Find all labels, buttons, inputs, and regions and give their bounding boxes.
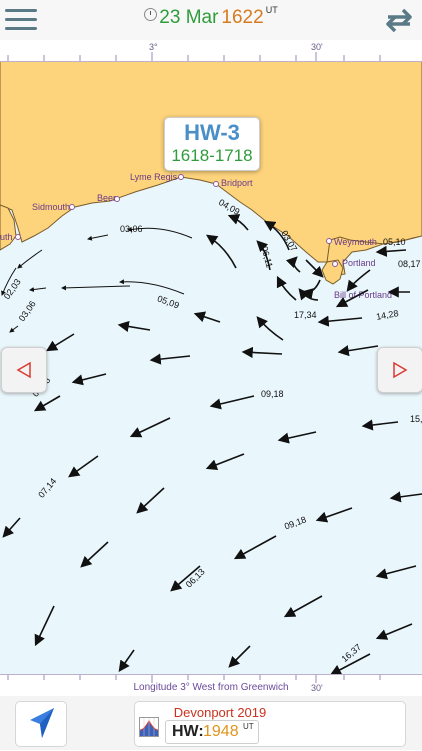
bottom-bar: Devonport 2019 HW: 1948 UT	[0, 696, 422, 750]
hw-label: HW:	[172, 723, 204, 740]
hw-offset-title: HW-3	[184, 120, 240, 145]
time-text: 1622	[221, 7, 264, 28]
tidal-stream-map[interactable]: Lyme Regis Bridport Beer Sidmouth Weymou…	[0, 40, 422, 696]
rate-label: 16,37	[339, 641, 364, 665]
clock-icon	[144, 8, 158, 21]
scale-bottom: Longitude 3° West from Greenwich 30'	[0, 674, 422, 696]
rate-label: 17,34	[294, 310, 317, 320]
rate-label: 03,06	[120, 224, 143, 234]
rate-label: 04,09	[217, 197, 242, 217]
scale-top: 3° 30'	[0, 40, 422, 62]
rate-label: 03,06	[16, 298, 38, 324]
rate-label: 14,28	[375, 308, 400, 322]
rate-label: 15,	[410, 414, 422, 424]
port-info-button[interactable]: Devonport 2019 HW: 1948 UT	[134, 701, 406, 747]
next-hour-button[interactable]	[377, 347, 422, 393]
hw-time-range: 1618-1718	[171, 146, 253, 165]
time-zone-label: UT	[265, 5, 278, 15]
longitude-label: Longitude 3° West from Greenwich	[133, 682, 289, 693]
header-title: 23 Mar 1622 UT	[0, 5, 422, 29]
rate-label: 09,18	[261, 389, 284, 399]
navigate-arrow-icon	[30, 708, 54, 738]
rate-label: 05,10	[383, 237, 406, 247]
hw-time-zone: UT	[243, 722, 254, 731]
navigate-button[interactable]	[15, 701, 67, 747]
rate-label: 07,14	[36, 476, 59, 500]
rate-label: 02,03	[1, 276, 23, 302]
hw-time: 1948	[203, 723, 239, 740]
bottom-tick-label: 30'	[311, 683, 323, 693]
previous-hour-button[interactable]	[1, 347, 47, 393]
date-text: 23 Mar	[159, 7, 219, 28]
rate-label: 08,17	[398, 259, 421, 269]
top-tick-label: 30'	[311, 42, 323, 52]
sync-icon[interactable]	[384, 6, 414, 34]
tide-graph-icon	[139, 717, 159, 737]
rate-label: 06,11	[259, 245, 275, 269]
port-name: Devonport 2019	[173, 705, 267, 720]
top-bar: 23 Mar 1622 UT	[0, 0, 422, 40]
triangle-left-icon	[16, 361, 31, 379]
top-tick-label: 3°	[149, 42, 158, 52]
hw-offset-panel: HW-3 1618-1718	[164, 117, 260, 171]
rate-label: 03,07	[279, 228, 300, 254]
rate-label: 09,18	[282, 514, 308, 532]
triangle-right-icon	[393, 361, 408, 379]
rate-label: 05,09	[155, 293, 181, 311]
hw-time-box: HW: 1948 UT	[165, 720, 259, 744]
rate-label: 06,13	[183, 566, 207, 590]
